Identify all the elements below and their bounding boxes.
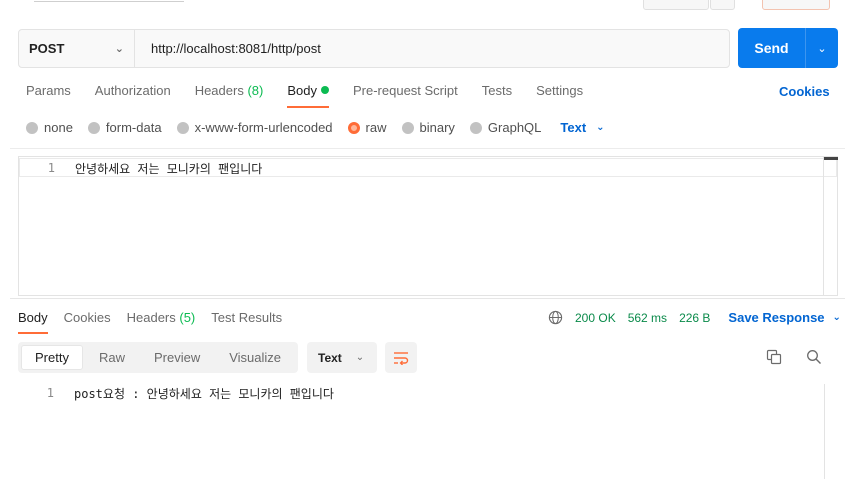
option-none[interactable]: none [26, 120, 73, 135]
radio-icon [26, 121, 38, 134]
tab-headers-count: (8) [247, 83, 264, 98]
response-tab-body-label: Body [18, 310, 48, 325]
view-raw[interactable]: Raw [86, 345, 138, 370]
tab-pre-request-script[interactable]: Pre-request Script [353, 83, 458, 108]
response-time[interactable]: 562 ms [628, 311, 667, 325]
response-tab-cookies[interactable]: Cookies [64, 310, 111, 334]
option-none-label: none [44, 120, 73, 135]
view-pretty[interactable]: Pretty [21, 345, 83, 370]
chevron-down-icon: ⌄ [596, 122, 605, 133]
search-icon[interactable] [806, 349, 822, 365]
response-tab-cookies-label: Cookies [63, 310, 111, 325]
view-raw-label: Raw [98, 350, 125, 365]
view-pretty-label: Pretty [35, 350, 69, 365]
save-response-button[interactable]: Save Response ⌄ [728, 310, 841, 325]
chevron-down-icon: ⌄ [355, 352, 365, 363]
editor-scrollbar[interactable] [823, 157, 838, 295]
response-tab-headers[interactable]: Headers (5) [127, 310, 196, 334]
tab-settings[interactable]: Settings [536, 83, 583, 108]
response-tabs: Body Cookies Headers (5) Test Results [18, 310, 298, 334]
chevron-down-icon: ⌄ [114, 43, 124, 55]
radio-icon [87, 121, 100, 134]
option-urlencoded-label: x-www-form-urlencoded [194, 120, 333, 135]
view-preview-label: Preview [153, 350, 201, 365]
tab-body-label: Body [287, 83, 317, 98]
option-binary-label: binary [419, 120, 455, 135]
tab-tests-label: Tests [481, 83, 513, 98]
option-graphql-label: GraphQL [487, 120, 542, 135]
response-tab-body[interactable]: Body [18, 310, 48, 334]
request-title-partial [34, 0, 184, 2]
editor-line-content[interactable]: 안녕하세요 저는 모니카의 팬입니다 [75, 160, 262, 177]
response-line-content[interactable]: post요청 : 안녕하세요 저는 모니카의 팬입니다 [74, 385, 334, 402]
view-mode-segment: Pretty Raw Preview Visualize [18, 342, 298, 373]
tab-pre-request-label: Pre-request Script [352, 83, 458, 98]
radio-icon [176, 121, 189, 134]
top-button-partial[interactable] [643, 0, 709, 10]
response-headers-count: (5) [179, 310, 196, 325]
view-visualize-label: Visualize [229, 350, 282, 365]
wrap-lines-icon [394, 351, 409, 365]
response-meta: 200 OK 562 ms 226 B Save Response ⌄ [548, 310, 841, 325]
option-raw-label: raw [365, 120, 387, 135]
divider [10, 148, 845, 149]
save-response-label: Save Response [728, 310, 825, 325]
tab-settings-label: Settings [536, 83, 584, 98]
url-input[interactable]: http://localhost:8081/http/post [135, 41, 321, 56]
raw-format-select[interactable]: Text ⌄ [560, 120, 604, 135]
body-type-options: none form-data x-www-form-urlencoded raw… [26, 120, 605, 135]
chevron-down-icon: ⌄ [832, 312, 841, 323]
response-tab-test-results-label: Test Results [211, 310, 283, 325]
response-body-viewer[interactable]: 1 post요청 : 안녕하세요 저는 모니카의 팬입니다 [10, 380, 855, 479]
tab-params-label: Params [26, 83, 71, 98]
url-bar: POST ⌄ http://localhost:8081/http/post [18, 29, 730, 68]
scrollbar-thumb[interactable] [824, 157, 838, 160]
option-binary[interactable]: binary [401, 120, 455, 135]
top-button-partial-2[interactable] [762, 0, 830, 10]
response-tab-test-results[interactable]: Test Results [211, 310, 282, 334]
top-toolbar-partial [0, 0, 855, 12]
body-active-dot [320, 86, 329, 94]
tab-headers[interactable]: Headers (8) [195, 83, 264, 108]
raw-format-label: Text [560, 120, 587, 135]
wrap-lines-button[interactable] [385, 342, 417, 373]
send-button-group: Send ⌄ [738, 28, 838, 68]
globe-icon[interactable] [548, 310, 563, 325]
cookies-link[interactable]: Cookies [779, 84, 830, 99]
tab-tests[interactable]: Tests [482, 83, 512, 108]
option-raw[interactable]: raw [347, 120, 387, 135]
response-scrollbar[interactable] [824, 384, 825, 479]
radio-selected-icon [347, 121, 360, 134]
option-form-data-label: form-data [105, 120, 162, 135]
option-graphql[interactable]: GraphQL [469, 120, 542, 135]
option-form-data[interactable]: form-data [87, 120, 162, 135]
send-button[interactable]: Send [738, 40, 805, 56]
response-format-label: Text [318, 350, 342, 365]
response-tab-headers-label: Headers [126, 310, 176, 325]
radio-icon [401, 121, 414, 134]
line-number: 1 [46, 386, 54, 400]
request-tabs: Params Authorization Headers (8) Body Pr… [26, 83, 607, 109]
view-visualize[interactable]: Visualize [216, 345, 294, 370]
divider [10, 298, 845, 299]
tab-body[interactable]: Body [287, 83, 329, 108]
line-number: 1 [47, 161, 55, 175]
tab-authorization-label: Authorization [94, 83, 171, 98]
response-size[interactable]: 226 B [679, 311, 710, 325]
tab-headers-label: Headers [194, 83, 244, 98]
view-preview[interactable]: Preview [141, 345, 213, 370]
top-button-dropdown-partial[interactable] [710, 0, 735, 10]
method-label: POST [29, 41, 65, 56]
radio-icon [469, 121, 482, 134]
status-code[interactable]: 200 OK [575, 311, 616, 325]
tab-params[interactable]: Params [26, 83, 71, 108]
request-body-editor[interactable]: 1 안녕하세요 저는 모니카의 팬입니다 [18, 156, 838, 296]
send-dropdown-icon[interactable]: ⌄ [806, 42, 838, 55]
response-format-select[interactable]: Text ⌄ [307, 342, 377, 373]
copy-icon[interactable] [766, 349, 782, 365]
method-select[interactable]: POST ⌄ [19, 30, 135, 67]
option-urlencoded[interactable]: x-www-form-urlencoded [176, 120, 333, 135]
tab-authorization[interactable]: Authorization [95, 83, 171, 108]
